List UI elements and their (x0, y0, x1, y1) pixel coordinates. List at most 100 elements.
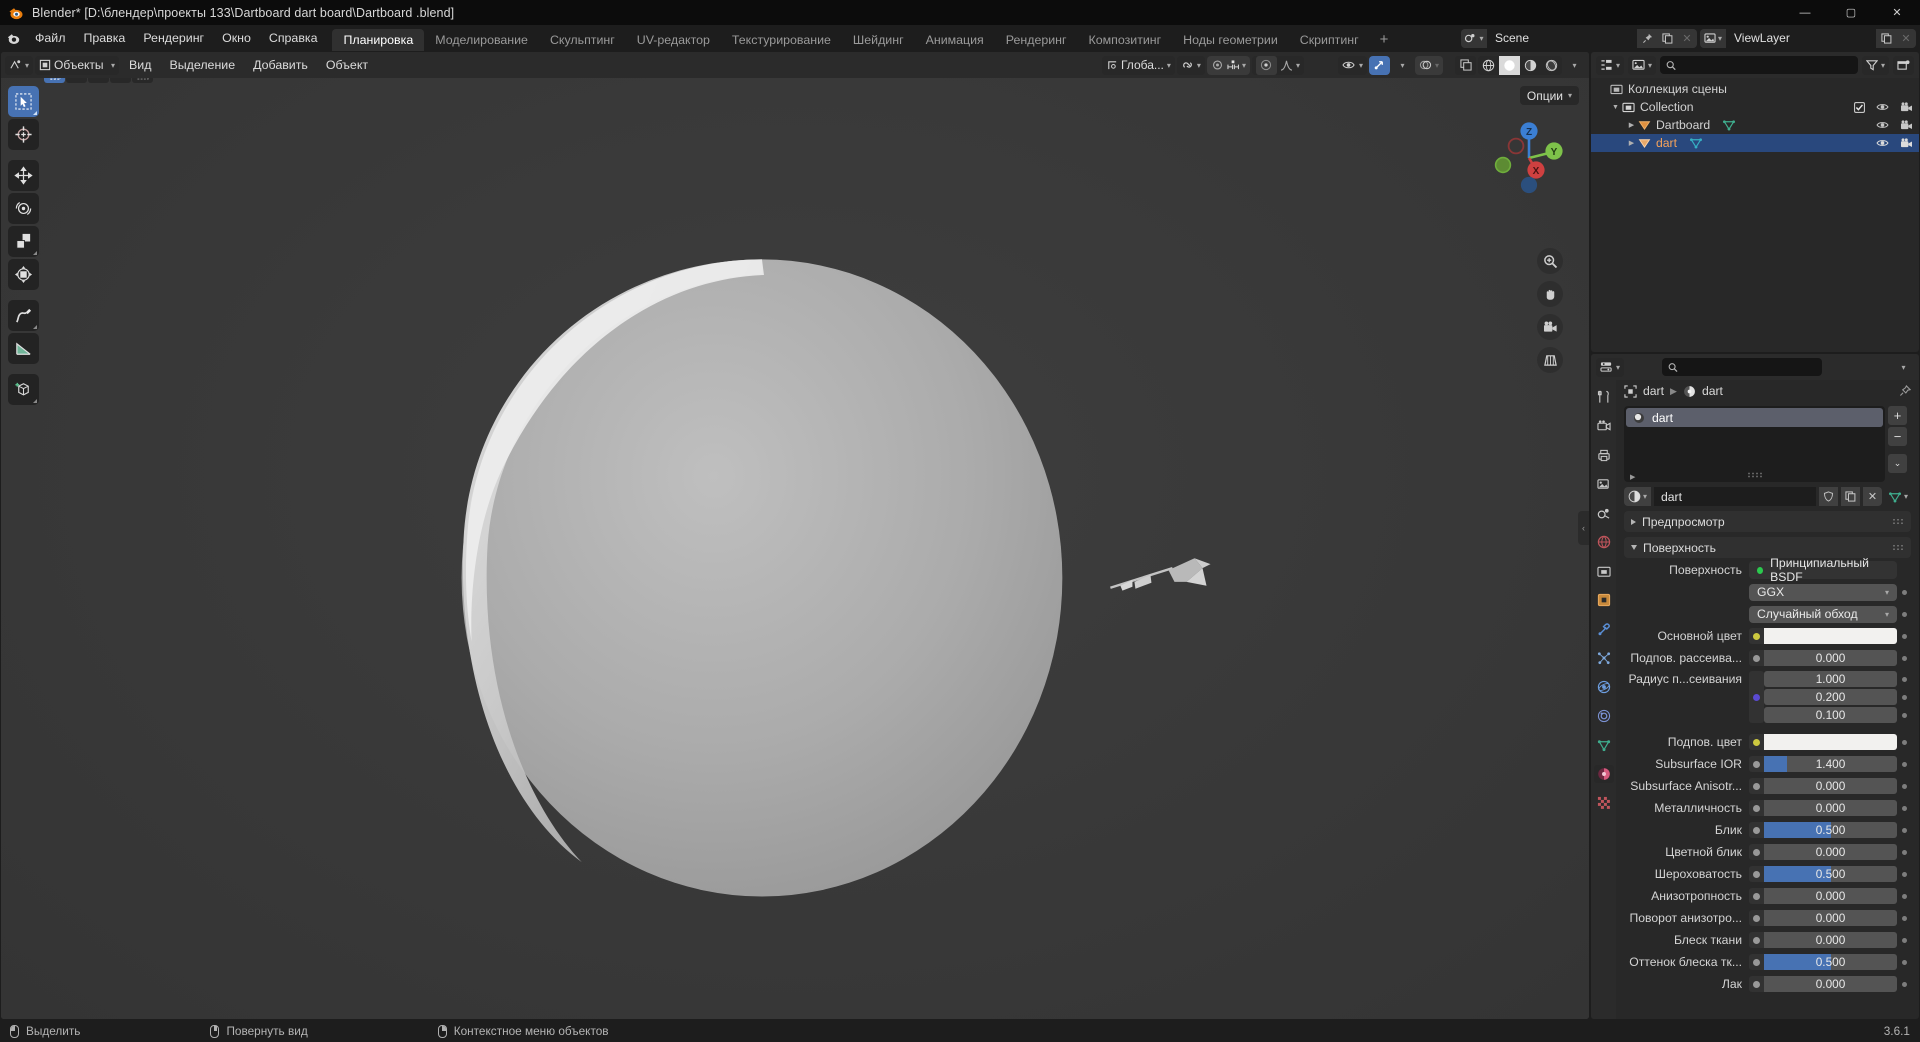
scene-name[interactable]: Scene (1487, 28, 1637, 48)
new-viewlayer-icon[interactable] (1876, 28, 1896, 48)
outliner-search-box[interactable] (1660, 56, 1858, 74)
shading-material-preview-button[interactable] (1520, 56, 1541, 75)
tab-world[interactable] (1594, 533, 1614, 551)
surface-shader-selector[interactable]: Принципиальный BSDF (1749, 556, 1897, 584)
scene-icon[interactable]: ▾ (1461, 28, 1487, 48)
checkbox-include-icon[interactable] (1854, 101, 1865, 113)
animate-property-icon[interactable] (1897, 761, 1911, 767)
animate-property-icon[interactable] (1897, 849, 1911, 855)
tab-uv-editing[interactable]: UV-редактор (626, 29, 721, 51)
select-extend-icon[interactable] (66, 78, 87, 83)
metallic-field[interactable]: 0.000 (1764, 800, 1897, 816)
animate-property-icon[interactable] (1897, 694, 1911, 700)
tab-render[interactable] (1594, 417, 1614, 435)
animate-property-icon[interactable] (1897, 712, 1911, 718)
tool-rotate[interactable] (8, 193, 39, 224)
outliner-row-scene-collection[interactable]: Коллекция сцены (1591, 80, 1919, 98)
tab-tool[interactable] (1594, 388, 1614, 406)
sidebar-toggle-arrow[interactable]: ‹ (1578, 510, 1589, 545)
tab-texture[interactable] (1594, 794, 1614, 812)
expand-arrow[interactable]: ▼ (1609, 104, 1622, 111)
outliner-row-dart[interactable]: ▶ dart (1591, 134, 1919, 152)
topbar-blender-menu-icon[interactable] (0, 25, 26, 51)
base-color-swatch[interactable] (1764, 628, 1897, 644)
material-slot-item[interactable]: dart (1626, 408, 1883, 427)
sheen-field[interactable]: 0.000 (1764, 932, 1897, 948)
outliner-new-collection-button[interactable] (1893, 55, 1914, 75)
tab-object-data[interactable] (1594, 736, 1614, 754)
eye-visibility-icon[interactable] (1876, 102, 1889, 112)
anisotropic-rotation-field[interactable]: 0.000 (1764, 910, 1897, 926)
select-subtract-icon[interactable] (88, 78, 109, 83)
menu-help[interactable]: Справка (260, 25, 327, 51)
tab-constraints[interactable] (1594, 707, 1614, 725)
slot-list-resize-grip[interactable] (1624, 469, 1885, 481)
material-slot-specials-menu[interactable]: ⌄ (1888, 454, 1907, 473)
expand-arrow[interactable]: ▶ (1625, 121, 1638, 129)
unlink-material-icon[interactable]: ✕ (1863, 487, 1882, 506)
select-invert-icon[interactable] (110, 78, 131, 83)
proportional-falloff-selector[interactable]: ▾ (1251, 55, 1304, 75)
animate-property-icon[interactable] (1897, 676, 1911, 682)
shading-solid-button[interactable] (1499, 55, 1520, 75)
snapping-toggle[interactable]: ▾ (1176, 55, 1205, 75)
close-button[interactable]: ✕ (1874, 0, 1920, 25)
tool-cursor[interactable] (8, 119, 39, 150)
select-box-icon[interactable] (44, 78, 65, 83)
outliner-display-mode-selector[interactable]: ▾ (1628, 55, 1657, 75)
input-socket[interactable] (1749, 671, 1764, 723)
animate-property-icon[interactable] (1897, 739, 1911, 745)
tab-sculpting[interactable]: Скульптинг (539, 29, 626, 51)
pin-scene-icon[interactable] (1637, 28, 1657, 48)
scene-selector[interactable]: ▾ Scene ✕ (1461, 28, 1697, 48)
toggle-ortho-perspective-icon[interactable] (1537, 347, 1563, 373)
sheen-tint-field[interactable]: 0.500 (1764, 954, 1897, 970)
viewport-menu-object[interactable]: Объект (318, 56, 376, 75)
tool-move[interactable] (8, 160, 39, 191)
tool-annotate[interactable] (8, 300, 39, 331)
tab-modeling[interactable]: Моделирование (424, 29, 539, 51)
input-socket[interactable] (1749, 954, 1764, 970)
input-socket[interactable] (1749, 778, 1764, 794)
tab-object[interactable] (1594, 591, 1614, 609)
viewlayer-name[interactable]: ViewLayer (1726, 28, 1876, 48)
camera-view-icon[interactable] (1537, 314, 1563, 340)
tab-physics[interactable] (1594, 678, 1614, 696)
input-socket[interactable] (1749, 866, 1764, 882)
clearcoat-field[interactable]: 0.000 (1764, 976, 1897, 992)
viewport-menu-select[interactable]: Выделение (161, 56, 243, 75)
roughness-field[interactable]: 0.500 (1764, 866, 1897, 882)
tab-layout[interactable]: Планировка (332, 29, 425, 51)
panel-preview-header[interactable]: Предпросмотр (1624, 511, 1911, 532)
menu-file[interactable]: Файл (26, 25, 74, 51)
properties-search-input[interactable] (1682, 361, 1816, 373)
minimize-button[interactable]: — (1782, 0, 1828, 25)
specular-field[interactable]: 0.500 (1764, 822, 1897, 838)
tab-animation[interactable]: Анимация (915, 29, 995, 51)
viewport-canvas[interactable]: Опции ▾ Z Y X ‹ (1, 78, 1589, 1019)
browse-material-icon[interactable]: ▾ (1624, 487, 1651, 506)
select-intersect-icon[interactable] (132, 78, 153, 83)
input-socket[interactable] (1749, 932, 1764, 948)
animate-property-icon[interactable] (1897, 871, 1911, 877)
outliner-editor-type-selector[interactable]: ▾ (1596, 55, 1625, 75)
input-socket[interactable] (1749, 756, 1764, 772)
add-material-slot-button[interactable]: + (1888, 406, 1907, 425)
input-socket[interactable] (1749, 888, 1764, 904)
camera-render-visibility-icon[interactable] (1900, 137, 1913, 149)
shading-rendered-button[interactable] (1541, 56, 1562, 75)
tab-texture-paint[interactable]: Текстурирование (721, 29, 842, 51)
animate-property-icon[interactable] (1897, 981, 1911, 987)
tab-output[interactable] (1594, 446, 1614, 464)
input-socket[interactable] (1749, 844, 1764, 860)
input-socket[interactable] (1749, 734, 1764, 750)
input-socket[interactable] (1749, 650, 1764, 666)
outliner-row-dartboard[interactable]: ▶ Dartboard (1591, 116, 1919, 134)
tab-modifiers[interactable] (1594, 620, 1614, 638)
proportional-circle-icon[interactable] (1255, 55, 1277, 75)
animate-property-icon[interactable] (1897, 827, 1911, 833)
animate-property-icon[interactable] (1897, 633, 1911, 639)
tool-transform[interactable] (8, 259, 39, 290)
tab-geometry-nodes[interactable]: Ноды геометрии (1172, 29, 1289, 51)
viewport-menu-view[interactable]: Вид (121, 56, 159, 75)
